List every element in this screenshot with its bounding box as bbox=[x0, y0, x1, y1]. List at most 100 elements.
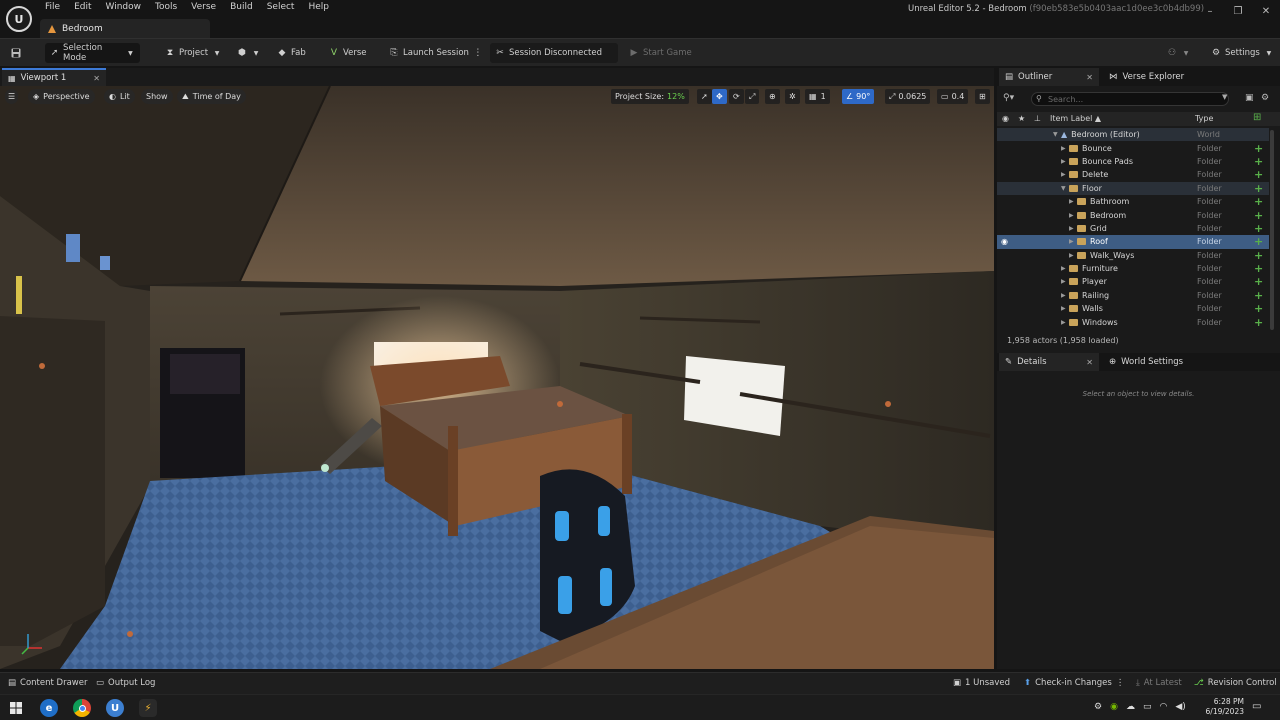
windows-start-icon[interactable] bbox=[7, 699, 25, 717]
grid-snap-button[interactable]: ▦ 1 bbox=[805, 89, 830, 104]
start-game-button[interactable]: ▶ Start Game bbox=[624, 43, 697, 63]
expand-arrow-icon[interactable]: ▶ bbox=[1069, 238, 1077, 245]
menu-help[interactable]: Help bbox=[301, 0, 336, 16]
tree-row-grid[interactable]: ▶ Grid Folder + bbox=[997, 222, 1269, 235]
add-icon[interactable]: + bbox=[1254, 168, 1263, 181]
document-tab-bedroom[interactable]: Bedroom bbox=[40, 19, 210, 38]
show-dropdown[interactable]: Show bbox=[141, 89, 173, 104]
star-icon[interactable]: ★ bbox=[1018, 114, 1025, 123]
tree-row-bounce-pads[interactable]: ▶ Bounce Pads Folder + bbox=[997, 155, 1269, 168]
viewport-layout-button[interactable]: ⊞ bbox=[975, 89, 990, 104]
tree-row-bedroom-editor[interactable]: ▼ ▲ Bedroom (Editor) World bbox=[997, 128, 1269, 142]
visibility-eye-icon[interactable]: ◉ bbox=[1002, 114, 1009, 123]
scale-snap-button[interactable]: ⤢ 0.0625 bbox=[885, 89, 931, 104]
add-icon[interactable]: + bbox=[1254, 262, 1263, 275]
add-icon[interactable]: + bbox=[1254, 222, 1263, 235]
settings-dropdown[interactable]: ⚙ Settings ▼ bbox=[1206, 43, 1279, 63]
tree-row-walls[interactable]: ▶ Walls Folder + bbox=[997, 302, 1269, 315]
tree-row-furniture[interactable]: ▶ Furniture Folder + bbox=[997, 262, 1269, 275]
expand-arrow-icon[interactable]: ▶ bbox=[1069, 198, 1077, 205]
at-latest-button[interactable]: ⤓ At Latest bbox=[1136, 678, 1182, 688]
expand-arrow-icon[interactable]: ▶ bbox=[1061, 305, 1069, 312]
minimize-icon[interactable]: – bbox=[1196, 0, 1224, 22]
close-icon[interactable]: ✕ bbox=[93, 74, 100, 83]
tab-details[interactable]: ✎ Details ✕ bbox=[999, 353, 1099, 371]
add-content-dropdown[interactable]: ⬢ ▼ bbox=[232, 43, 266, 63]
tree-row-player[interactable]: ▶ Player Folder + bbox=[997, 275, 1269, 288]
add-icon[interactable]: + bbox=[1254, 316, 1263, 329]
expand-arrow-icon[interactable]: ▶ bbox=[1069, 212, 1077, 219]
add-icon[interactable]: + bbox=[1254, 182, 1263, 195]
add-icon[interactable]: + bbox=[1254, 289, 1263, 302]
project-dropdown[interactable]: ⧗ Project ▼ bbox=[160, 43, 227, 63]
tab-outliner[interactable]: ▤ Outliner ✕ bbox=[999, 68, 1099, 86]
edge-browser-icon[interactable]: e bbox=[40, 699, 58, 717]
chrome-browser-icon[interactable] bbox=[73, 699, 91, 717]
network-icon[interactable]: ▭ bbox=[1143, 702, 1152, 712]
launch-session-button[interactable]: ⎘ Launch Session ⋮ bbox=[384, 43, 488, 63]
expand-arrow-icon[interactable]: ▶ bbox=[1061, 319, 1069, 326]
tree-row-bedroom[interactable]: ▶ Bedroom Folder + bbox=[997, 208, 1269, 222]
verse-button[interactable]: V Verse bbox=[324, 43, 372, 63]
close-icon[interactable]: ✕ bbox=[1086, 358, 1093, 367]
app-taskbar-icon[interactable]: ⚡ bbox=[139, 699, 157, 717]
unreal-logo-icon[interactable]: U bbox=[6, 6, 32, 32]
viewport-menu-button[interactable]: ☰ bbox=[5, 89, 19, 104]
rotate-tool-button[interactable]: ⟳ bbox=[729, 89, 744, 104]
gear-icon[interactable]: ⚙ bbox=[1261, 93, 1269, 103]
expand-arrow-icon[interactable]: ▶ bbox=[1069, 252, 1077, 259]
expand-arrow-icon[interactable]: ▶ bbox=[1061, 265, 1069, 272]
menu-select[interactable]: Select bbox=[260, 0, 302, 16]
expand-arrow-icon[interactable]: ▶ bbox=[1061, 278, 1069, 285]
maximize-icon[interactable]: ❐ bbox=[1224, 0, 1252, 22]
pin-icon[interactable]: ⊥ bbox=[1034, 114, 1041, 123]
visibility-eye-icon[interactable]: ◉ bbox=[1001, 237, 1008, 246]
col-type[interactable]: Type bbox=[1195, 114, 1213, 123]
taskbar-clock[interactable]: 6:28 PM 6/19/2023 bbox=[1206, 697, 1244, 717]
add-icon[interactable]: + bbox=[1254, 155, 1263, 168]
save-button[interactable] bbox=[6, 43, 26, 63]
expand-arrow-icon[interactable]: ▶ bbox=[1061, 158, 1069, 165]
add-icon[interactable]: + bbox=[1254, 142, 1263, 155]
menu-tools[interactable]: Tools bbox=[148, 0, 184, 16]
expand-arrow-icon[interactable]: ▼ bbox=[1053, 131, 1061, 138]
expand-arrow-icon[interactable]: ▼ bbox=[1061, 185, 1069, 192]
outliner-scrollbar[interactable] bbox=[1270, 130, 1274, 330]
time-of-day-dropdown[interactable]: ⛰ Time of Day bbox=[177, 89, 246, 104]
close-icon[interactable]: ✕ bbox=[1086, 73, 1093, 82]
add-icon[interactable]: + bbox=[1254, 302, 1263, 315]
revision-control-button[interactable]: ⎇ Revision Control bbox=[1194, 678, 1277, 688]
camera-speed-button[interactable]: ▭ 0.4 bbox=[937, 89, 969, 104]
unreal-editor-taskbar-icon[interactable]: U bbox=[106, 699, 124, 717]
menu-build[interactable]: Build bbox=[223, 0, 260, 16]
surface-snap-button[interactable]: ✲ bbox=[785, 89, 800, 104]
tab-verse-explorer[interactable]: ⋈ Verse Explorer bbox=[1103, 68, 1213, 86]
filter-icon[interactable]: ⚲▾ bbox=[1003, 93, 1014, 103]
selection-mode-dropdown[interactable]: ➚ Selection Mode ▼ bbox=[45, 43, 140, 63]
tree-row-floor[interactable]: ▼ Floor Folder + bbox=[997, 181, 1269, 195]
add-icon[interactable]: + bbox=[1254, 209, 1263, 222]
add-column-icon[interactable]: ⊞ bbox=[1253, 112, 1261, 123]
angle-snap-button[interactable]: ∠ 90° bbox=[842, 89, 875, 104]
menu-window[interactable]: Window bbox=[99, 0, 149, 16]
expand-arrow-icon[interactable]: ▶ bbox=[1061, 171, 1069, 178]
lit-dropdown[interactable]: ◐ Lit bbox=[104, 89, 135, 104]
volume-icon[interactable]: ◀) bbox=[1175, 702, 1185, 712]
session-status[interactable]: ✂ Session Disconnected bbox=[490, 43, 618, 63]
tree-row-roof[interactable]: ◉ ▶ Roof Folder + bbox=[997, 235, 1269, 249]
tree-row-bounce[interactable]: ▶ Bounce Folder + bbox=[997, 141, 1269, 155]
expand-arrow-icon[interactable]: ▶ bbox=[1061, 145, 1069, 152]
more-options-icon[interactable]: ⋮ bbox=[473, 48, 483, 58]
more-options-icon[interactable]: ⋮ bbox=[1116, 678, 1125, 688]
fab-button[interactable]: ◆ Fab bbox=[272, 43, 311, 63]
output-log-button[interactable]: ▭ Output Log bbox=[96, 678, 155, 688]
close-icon[interactable]: ✕ bbox=[1252, 0, 1280, 22]
world-space-button[interactable]: ⊕ bbox=[765, 89, 780, 104]
unsaved-button[interactable]: ▣ 1 Unsaved bbox=[953, 678, 1010, 688]
scale-tool-button[interactable]: ⤢ bbox=[745, 89, 760, 104]
col-item-label[interactable]: Item Label ▲ bbox=[1050, 114, 1101, 123]
tree-row-delete[interactable]: ▶ Delete Folder + bbox=[997, 168, 1269, 181]
tab-viewport-1[interactable]: ▦ Viewport 1 ✕ bbox=[2, 68, 106, 86]
content-drawer-button[interactable]: ▤ Content Drawer bbox=[8, 678, 87, 688]
new-folder-icon[interactable]: ▣ bbox=[1245, 93, 1254, 103]
